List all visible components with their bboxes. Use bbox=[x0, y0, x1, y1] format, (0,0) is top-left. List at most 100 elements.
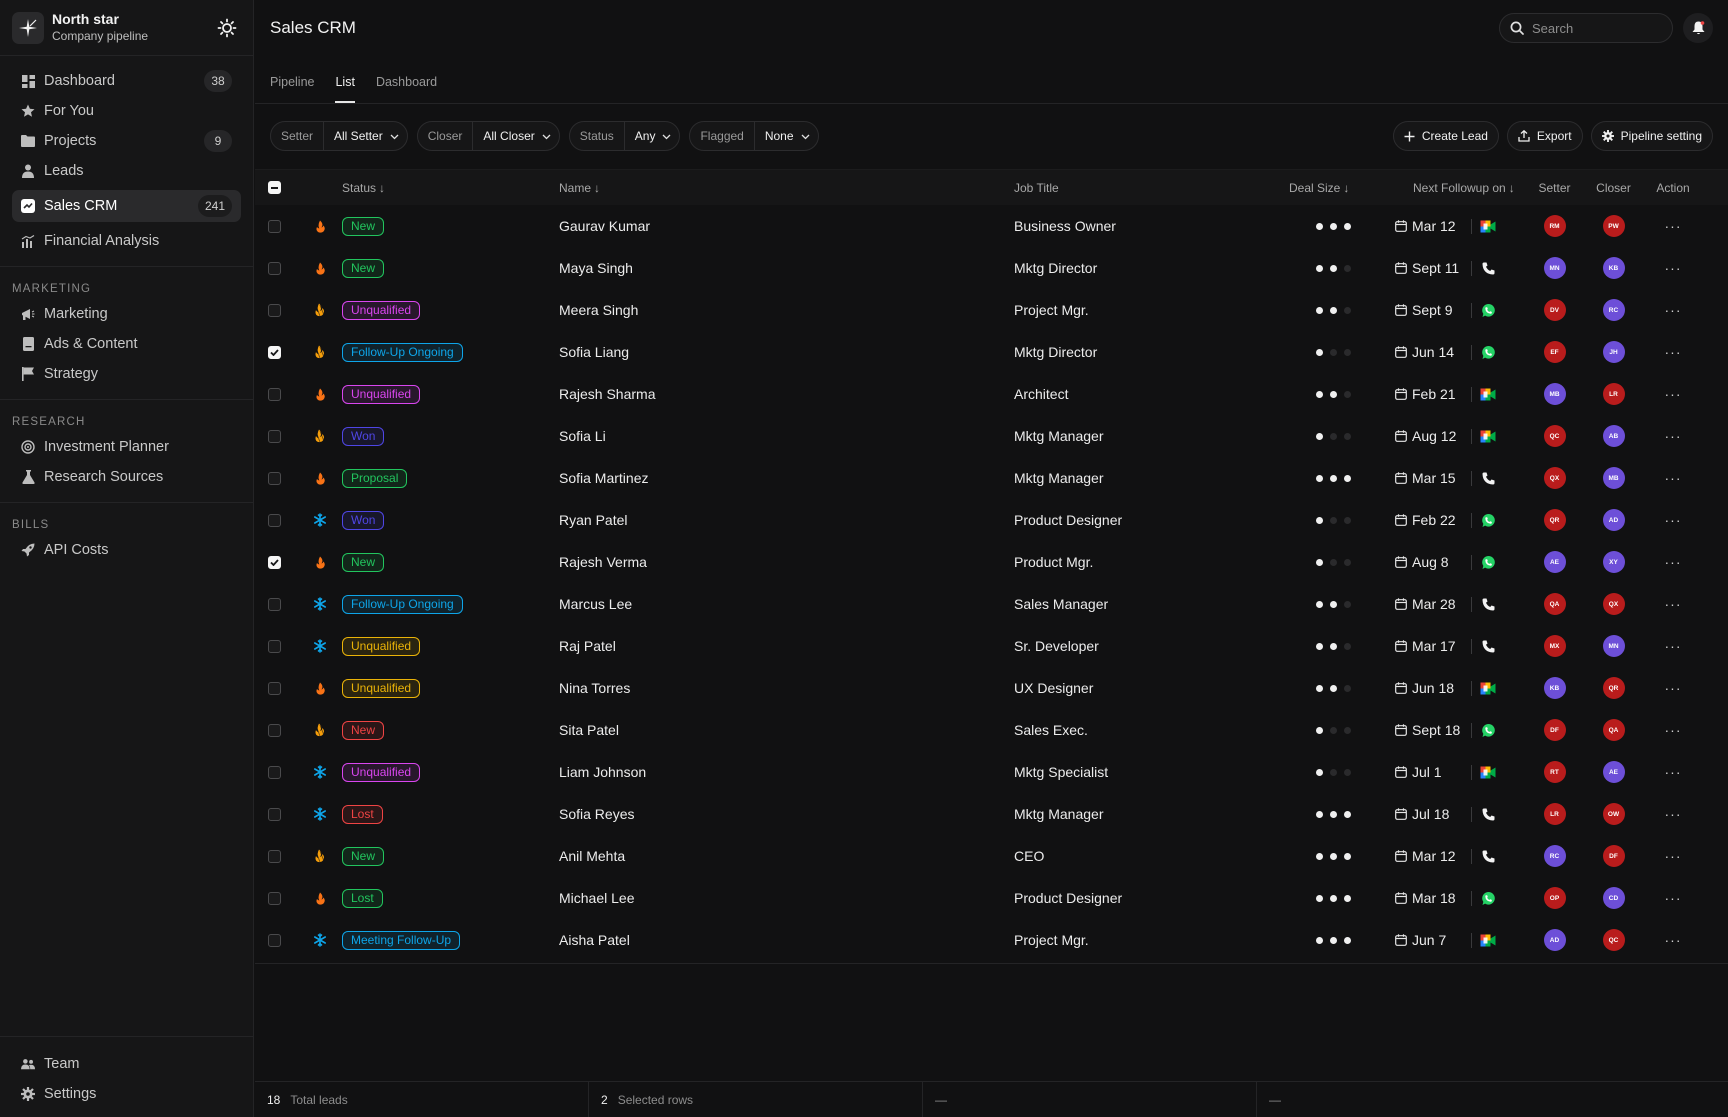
column-header-setter[interactable]: Setter bbox=[1525, 181, 1584, 195]
setter-avatar[interactable]: EF bbox=[1543, 341, 1566, 363]
notification-bell-icon[interactable] bbox=[1683, 13, 1713, 43]
more-options-icon[interactable]: ··· bbox=[1665, 554, 1682, 570]
column-header-deal-size[interactable]: Deal Size ↓ bbox=[1269, 181, 1391, 195]
more-options-icon[interactable]: ··· bbox=[1665, 302, 1682, 318]
sidebar-item-marketing[interactable]: Marketing bbox=[12, 299, 241, 329]
sidebar-item-settings[interactable]: Settings bbox=[12, 1079, 242, 1109]
more-options-icon[interactable]: ··· bbox=[1665, 764, 1682, 780]
export-button[interactable]: Export bbox=[1506, 121, 1583, 151]
search-box[interactable] bbox=[1499, 13, 1673, 43]
followup-date[interactable]: Jun 14 bbox=[1395, 344, 1469, 360]
lead-name[interactable]: Rajesh Verma bbox=[559, 554, 1014, 570]
table-row[interactable]: Won Sofia Li Mktg Manager Aug 12 QC AB ··· bbox=[255, 415, 1728, 457]
table-row[interactable]: Proposal Sofia Martinez Mktg Manager Mar 15… bbox=[255, 457, 1728, 499]
sidebar-item-for-you[interactable]: For You bbox=[12, 96, 241, 126]
lead-name[interactable]: Sofia Reyes bbox=[559, 806, 1014, 822]
followup-date[interactable]: Mar 28 bbox=[1395, 596, 1469, 612]
row-checkbox[interactable] bbox=[268, 387, 281, 401]
table-row[interactable]: Unqualified Nina Torres UX Designer Jun 18 K… bbox=[255, 667, 1728, 709]
setter-avatar[interactable]: LR bbox=[1543, 803, 1566, 825]
row-checkbox[interactable] bbox=[268, 849, 281, 863]
lead-name[interactable]: Marcus Lee bbox=[559, 596, 1014, 612]
brand[interactable]: North star Company pipeline bbox=[0, 0, 253, 56]
row-checkbox[interactable] bbox=[268, 891, 281, 905]
whatsapp-icon[interactable] bbox=[1480, 890, 1496, 906]
row-checkbox[interactable] bbox=[268, 219, 281, 233]
setter-avatar[interactable]: RM bbox=[1543, 215, 1566, 237]
more-options-icon[interactable]: ··· bbox=[1665, 638, 1682, 654]
followup-date[interactable]: Jun 7 bbox=[1395, 932, 1469, 948]
closer-avatar[interactable]: XY bbox=[1602, 551, 1625, 573]
closer-avatar[interactable]: MN bbox=[1602, 635, 1625, 657]
create-lead-button[interactable]: Create Lead bbox=[1392, 121, 1499, 151]
sidebar-item-api-costs[interactable]: API Costs bbox=[12, 535, 241, 565]
setter-avatar[interactable]: QA bbox=[1543, 593, 1566, 615]
sidebar-item-projects[interactable]: Projects 9 bbox=[12, 126, 241, 156]
google-meet-icon[interactable] bbox=[1480, 680, 1496, 696]
more-options-icon[interactable]: ··· bbox=[1665, 512, 1682, 528]
table-row[interactable]: Lost Sofia Reyes Mktg Manager Jul 18 LR OW ··· bbox=[255, 793, 1728, 835]
followup-date[interactable]: Sept 18 bbox=[1395, 722, 1469, 738]
closer-avatar[interactable]: QR bbox=[1602, 677, 1625, 699]
table-row[interactable]: New Sita Patel Sales Exec. Sept 18 DF QA ··· bbox=[255, 709, 1728, 751]
followup-date[interactable]: Mar 12 bbox=[1395, 848, 1469, 864]
row-checkbox[interactable] bbox=[268, 471, 281, 485]
closer-avatar[interactable]: AE bbox=[1602, 761, 1625, 783]
setter-avatar[interactable]: KB bbox=[1543, 677, 1566, 699]
tab-list[interactable]: List bbox=[335, 75, 355, 103]
lead-name[interactable]: Sofia Martinez bbox=[559, 470, 1014, 486]
sidebar-item-strategy[interactable]: Strategy bbox=[12, 359, 241, 389]
sidebar-item-investment-planner[interactable]: Investment Planner bbox=[12, 432, 241, 462]
table-row[interactable]: Unqualified Liam Johnson Mktg Specialist Ju… bbox=[255, 751, 1728, 793]
table-row[interactable]: Follow-Up Ongoing Sofia Liang Mktg Directo… bbox=[255, 331, 1728, 373]
flagged-filter[interactable]: Flagged None bbox=[689, 121, 819, 151]
phone-icon[interactable] bbox=[1480, 806, 1496, 822]
whatsapp-icon[interactable] bbox=[1480, 302, 1496, 318]
lead-name[interactable]: Raj Patel bbox=[559, 638, 1014, 654]
more-options-icon[interactable]: ··· bbox=[1665, 596, 1682, 612]
closer-avatar[interactable]: MB bbox=[1602, 467, 1625, 489]
more-options-icon[interactable]: ··· bbox=[1665, 806, 1682, 822]
more-options-icon[interactable]: ··· bbox=[1665, 428, 1682, 444]
row-checkbox[interactable] bbox=[268, 597, 281, 611]
google-meet-icon[interactable] bbox=[1480, 386, 1496, 402]
followup-date[interactable]: Aug 12 bbox=[1395, 428, 1469, 444]
sidebar-item-ads-content[interactable]: Ads & Content bbox=[12, 329, 241, 359]
followup-date[interactable]: Mar 17 bbox=[1395, 638, 1469, 654]
setter-avatar[interactable]: QR bbox=[1543, 509, 1566, 531]
row-checkbox[interactable] bbox=[268, 429, 281, 443]
followup-date[interactable]: Feb 21 bbox=[1395, 386, 1469, 402]
table-row[interactable]: Lost Michael Lee Product Designer Mar 18 OP C… bbox=[255, 877, 1728, 919]
row-checkbox[interactable] bbox=[268, 639, 281, 653]
row-checkbox[interactable] bbox=[268, 303, 281, 317]
google-meet-icon[interactable] bbox=[1480, 932, 1496, 948]
phone-icon[interactable] bbox=[1480, 638, 1496, 654]
closer-avatar[interactable]: QA bbox=[1602, 719, 1625, 741]
sidebar-item-team[interactable]: Team bbox=[12, 1049, 242, 1079]
closer-filter[interactable]: Closer All Closer bbox=[416, 121, 560, 151]
google-meet-icon[interactable] bbox=[1480, 764, 1496, 780]
sidebar-item-dashboard[interactable]: Dashboard 38 bbox=[12, 66, 241, 96]
lead-name[interactable]: Sofia Liang bbox=[559, 344, 1014, 360]
lead-name[interactable]: Nina Torres bbox=[559, 680, 1014, 696]
column-header-next-followup[interactable]: Next Followup on ↓ bbox=[1391, 181, 1525, 195]
phone-icon[interactable] bbox=[1480, 470, 1496, 486]
more-options-icon[interactable]: ··· bbox=[1665, 218, 1682, 234]
table-row[interactable]: New Anil Mehta CEO Mar 12 RC DF ··· bbox=[255, 835, 1728, 877]
column-header-status[interactable]: Status ↓ bbox=[339, 181, 559, 195]
setter-avatar[interactable]: RT bbox=[1543, 761, 1566, 783]
whatsapp-icon[interactable] bbox=[1480, 554, 1496, 570]
setter-avatar[interactable]: MX bbox=[1543, 635, 1566, 657]
followup-date[interactable]: Jul 1 bbox=[1395, 764, 1469, 780]
closer-avatar[interactable]: KB bbox=[1602, 257, 1625, 279]
tab-pipeline[interactable]: Pipeline bbox=[270, 75, 314, 103]
row-checkbox[interactable] bbox=[268, 261, 281, 275]
sidebar-item-sales-crm[interactable]: Sales CRM 241 bbox=[12, 190, 241, 222]
closer-avatar[interactable]: DF bbox=[1602, 845, 1625, 867]
table-row[interactable]: Follow-Up Ongoing Marcus Lee Sales Manager… bbox=[255, 583, 1728, 625]
lead-name[interactable]: Meera Singh bbox=[559, 302, 1014, 318]
closer-avatar[interactable]: JH bbox=[1602, 341, 1625, 363]
column-header-closer[interactable]: Closer bbox=[1584, 181, 1643, 195]
setter-avatar[interactable]: QX bbox=[1543, 467, 1566, 489]
row-checkbox[interactable] bbox=[268, 681, 281, 695]
